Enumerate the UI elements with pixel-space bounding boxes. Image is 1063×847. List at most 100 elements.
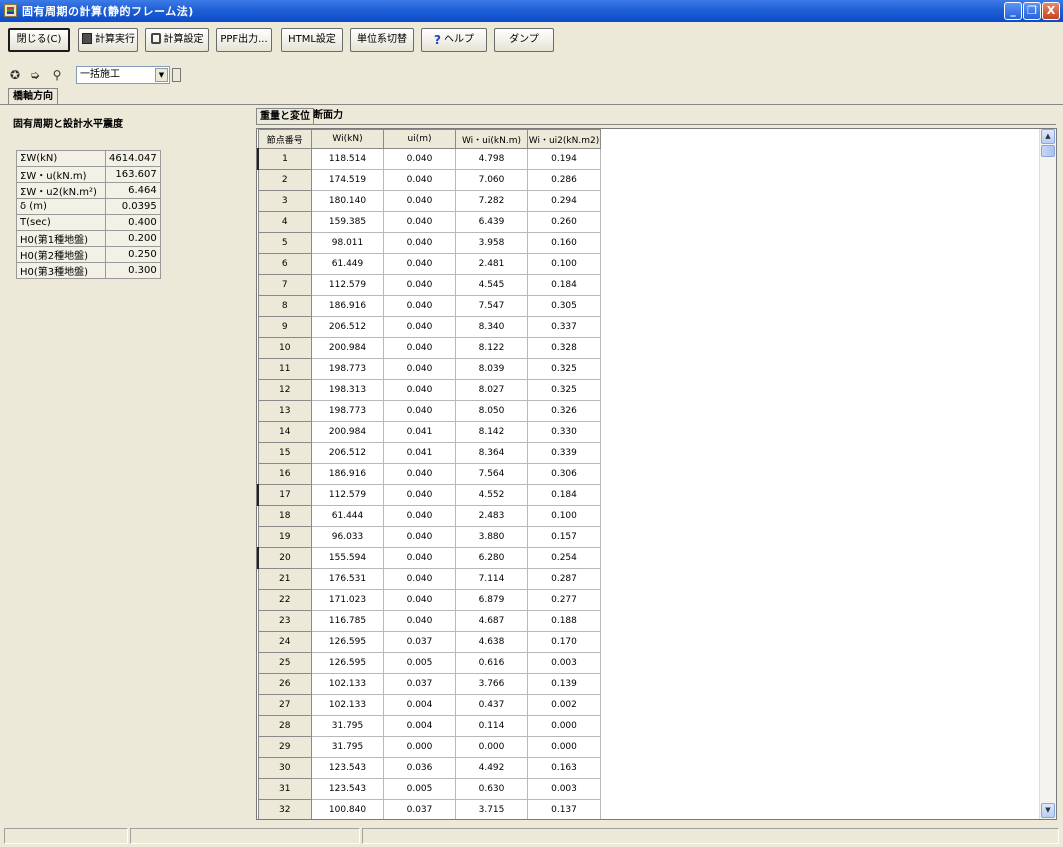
node-number[interactable]: 7 [257,274,312,296]
wiui-cell[interactable]: 7.282 [455,190,528,212]
ui-cell[interactable]: 0.004 [383,694,456,716]
node-number[interactable]: 23 [257,610,312,632]
ui-cell[interactable]: 0.005 [383,652,456,674]
ui-cell[interactable]: 0.040 [383,568,456,590]
table-row[interactable]: 30 123.543 0.036 4.492 0.163 [257,757,601,779]
ui-cell[interactable]: 0.040 [383,484,456,506]
table-row[interactable]: 7 112.579 0.040 4.545 0.184 [257,274,601,296]
table-row[interactable]: 29 31.795 0.000 0.000 0.000 [257,736,601,758]
table-row[interactable]: 28 31.795 0.004 0.114 0.000 [257,715,601,737]
node-number[interactable]: 27 [257,694,312,716]
ui-cell[interactable]: 0.040 [383,610,456,632]
node-number[interactable]: 10 [257,337,312,359]
node-number[interactable]: 15 [257,442,312,464]
node-number[interactable]: 21 [257,568,312,590]
wi-cell[interactable]: 31.795 [311,736,384,758]
wiui2-cell[interactable]: 0.139 [527,673,601,695]
wiui-cell[interactable]: 7.547 [455,295,528,317]
wiui-cell[interactable]: 8.039 [455,358,528,380]
wiui-cell[interactable]: 0.630 [455,778,528,800]
node-number[interactable]: 1 [257,148,312,170]
scroll-down-icon[interactable]: ▼ [1041,803,1055,818]
html-settings-button[interactable]: HTML設定 [281,28,343,52]
wiui-cell[interactable]: 4.687 [455,610,528,632]
wi-cell[interactable]: 171.023 [311,589,384,611]
wiui-cell[interactable]: 3.958 [455,232,528,254]
wi-cell[interactable]: 31.795 [311,715,384,737]
table-row[interactable]: 12 198.313 0.040 8.027 0.325 [257,379,601,401]
table-row[interactable]: 6 61.449 0.040 2.481 0.100 [257,253,601,275]
wiui2-cell[interactable]: 0.000 [527,736,601,758]
wiui2-cell[interactable]: 0.277 [527,589,601,611]
info-icon[interactable]: ✪ [8,68,22,82]
table-row[interactable]: 14 200.984 0.041 8.142 0.330 [257,421,601,443]
node-number[interactable]: 13 [257,400,312,422]
vertical-scrollbar[interactable]: ▲ ▼ [1039,129,1056,819]
ui-cell[interactable]: 0.005 [383,778,456,800]
table-row[interactable]: 22 171.023 0.040 6.879 0.277 [257,589,601,611]
wi-cell[interactable]: 186.916 [311,463,384,485]
wiui-cell[interactable]: 3.880 [455,526,528,548]
ui-cell[interactable]: 0.037 [383,673,456,695]
wi-cell[interactable]: 98.011 [311,232,384,254]
wi-cell[interactable]: 102.133 [311,673,384,695]
wi-cell[interactable]: 118.514 [311,148,384,170]
ui-cell[interactable]: 0.040 [383,211,456,233]
pdf-output-button[interactable]: PPF出力... [216,28,272,52]
wiui-cell[interactable]: 8.050 [455,400,528,422]
wi-cell[interactable]: 174.519 [311,169,384,191]
ui-cell[interactable]: 0.037 [383,631,456,653]
chevron-down-icon[interactable]: ▼ [155,68,168,82]
wiui2-cell[interactable]: 0.170 [527,631,601,653]
app-icon[interactable] [4,4,17,17]
wi-cell[interactable]: 112.579 [311,484,384,506]
table-row[interactable]: 23 116.785 0.040 4.687 0.188 [257,610,601,632]
table-row[interactable]: 13 198.773 0.040 8.050 0.326 [257,400,601,422]
wi-cell[interactable]: 198.773 [311,400,384,422]
table-row[interactable]: 19 96.033 0.040 3.880 0.157 [257,526,601,548]
wiui-cell[interactable]: 4.552 [455,484,528,506]
minimize-button[interactable]: _ [1004,2,1022,20]
wiui-cell[interactable]: 7.564 [455,463,528,485]
wi-cell[interactable]: 100.840 [311,799,384,819]
run-calc-button[interactable]: 計算実行 [78,28,138,52]
tab-bridge-axis[interactable]: 橋軸方向 [8,88,58,105]
ui-cell[interactable]: 0.036 [383,757,456,779]
table-row[interactable]: 9 206.512 0.040 8.340 0.337 [257,316,601,338]
wi-cell[interactable]: 126.595 [311,631,384,653]
ui-cell[interactable]: 0.040 [383,337,456,359]
scroll-up-icon[interactable]: ▲ [1041,129,1055,144]
construction-combo[interactable]: 一括施工 ▼ [76,66,170,84]
wiui2-cell[interactable]: 0.337 [527,316,601,338]
table-row[interactable]: 4 159.385 0.040 6.439 0.260 [257,211,601,233]
wiui-cell[interactable]: 6.439 [455,211,528,233]
ui-cell[interactable]: 0.040 [383,505,456,527]
node-number[interactable]: 3 [257,190,312,212]
table-row[interactable]: 24 126.595 0.037 4.638 0.170 [257,631,601,653]
wiui2-cell[interactable]: 0.188 [527,610,601,632]
calc-settings-button[interactable]: 計算設定 [145,28,209,52]
wi-cell[interactable]: 198.313 [311,379,384,401]
wiui2-cell[interactable]: 0.326 [527,400,601,422]
wi-cell[interactable]: 116.785 [311,610,384,632]
wiui2-cell[interactable]: 0.157 [527,526,601,548]
wiui-cell[interactable]: 8.142 [455,421,528,443]
ui-cell[interactable]: 0.040 [383,190,456,212]
wiui2-cell[interactable]: 0.002 [527,694,601,716]
wiui-cell[interactable]: 8.340 [455,316,528,338]
wi-cell[interactable]: 200.984 [311,337,384,359]
wi-cell[interactable]: 112.579 [311,274,384,296]
table-row[interactable]: 21 176.531 0.040 7.114 0.287 [257,568,601,590]
node-number[interactable]: 24 [257,631,312,653]
node-number[interactable]: 25 [257,652,312,674]
wi-cell[interactable]: 155.594 [311,547,384,569]
tab-section-force[interactable]: 断面力 [310,108,346,124]
node-number[interactable]: 2 [257,169,312,191]
table-row[interactable]: 10 200.984 0.040 8.122 0.328 [257,337,601,359]
ui-cell[interactable]: 0.040 [383,232,456,254]
wiui2-cell[interactable]: 0.137 [527,799,601,819]
wiui-cell[interactable]: 2.483 [455,505,528,527]
wiui2-cell[interactable]: 0.194 [527,148,601,170]
unit-switch-button[interactable]: 単位系切替 [350,28,414,52]
wiui-cell[interactable]: 0.616 [455,652,528,674]
